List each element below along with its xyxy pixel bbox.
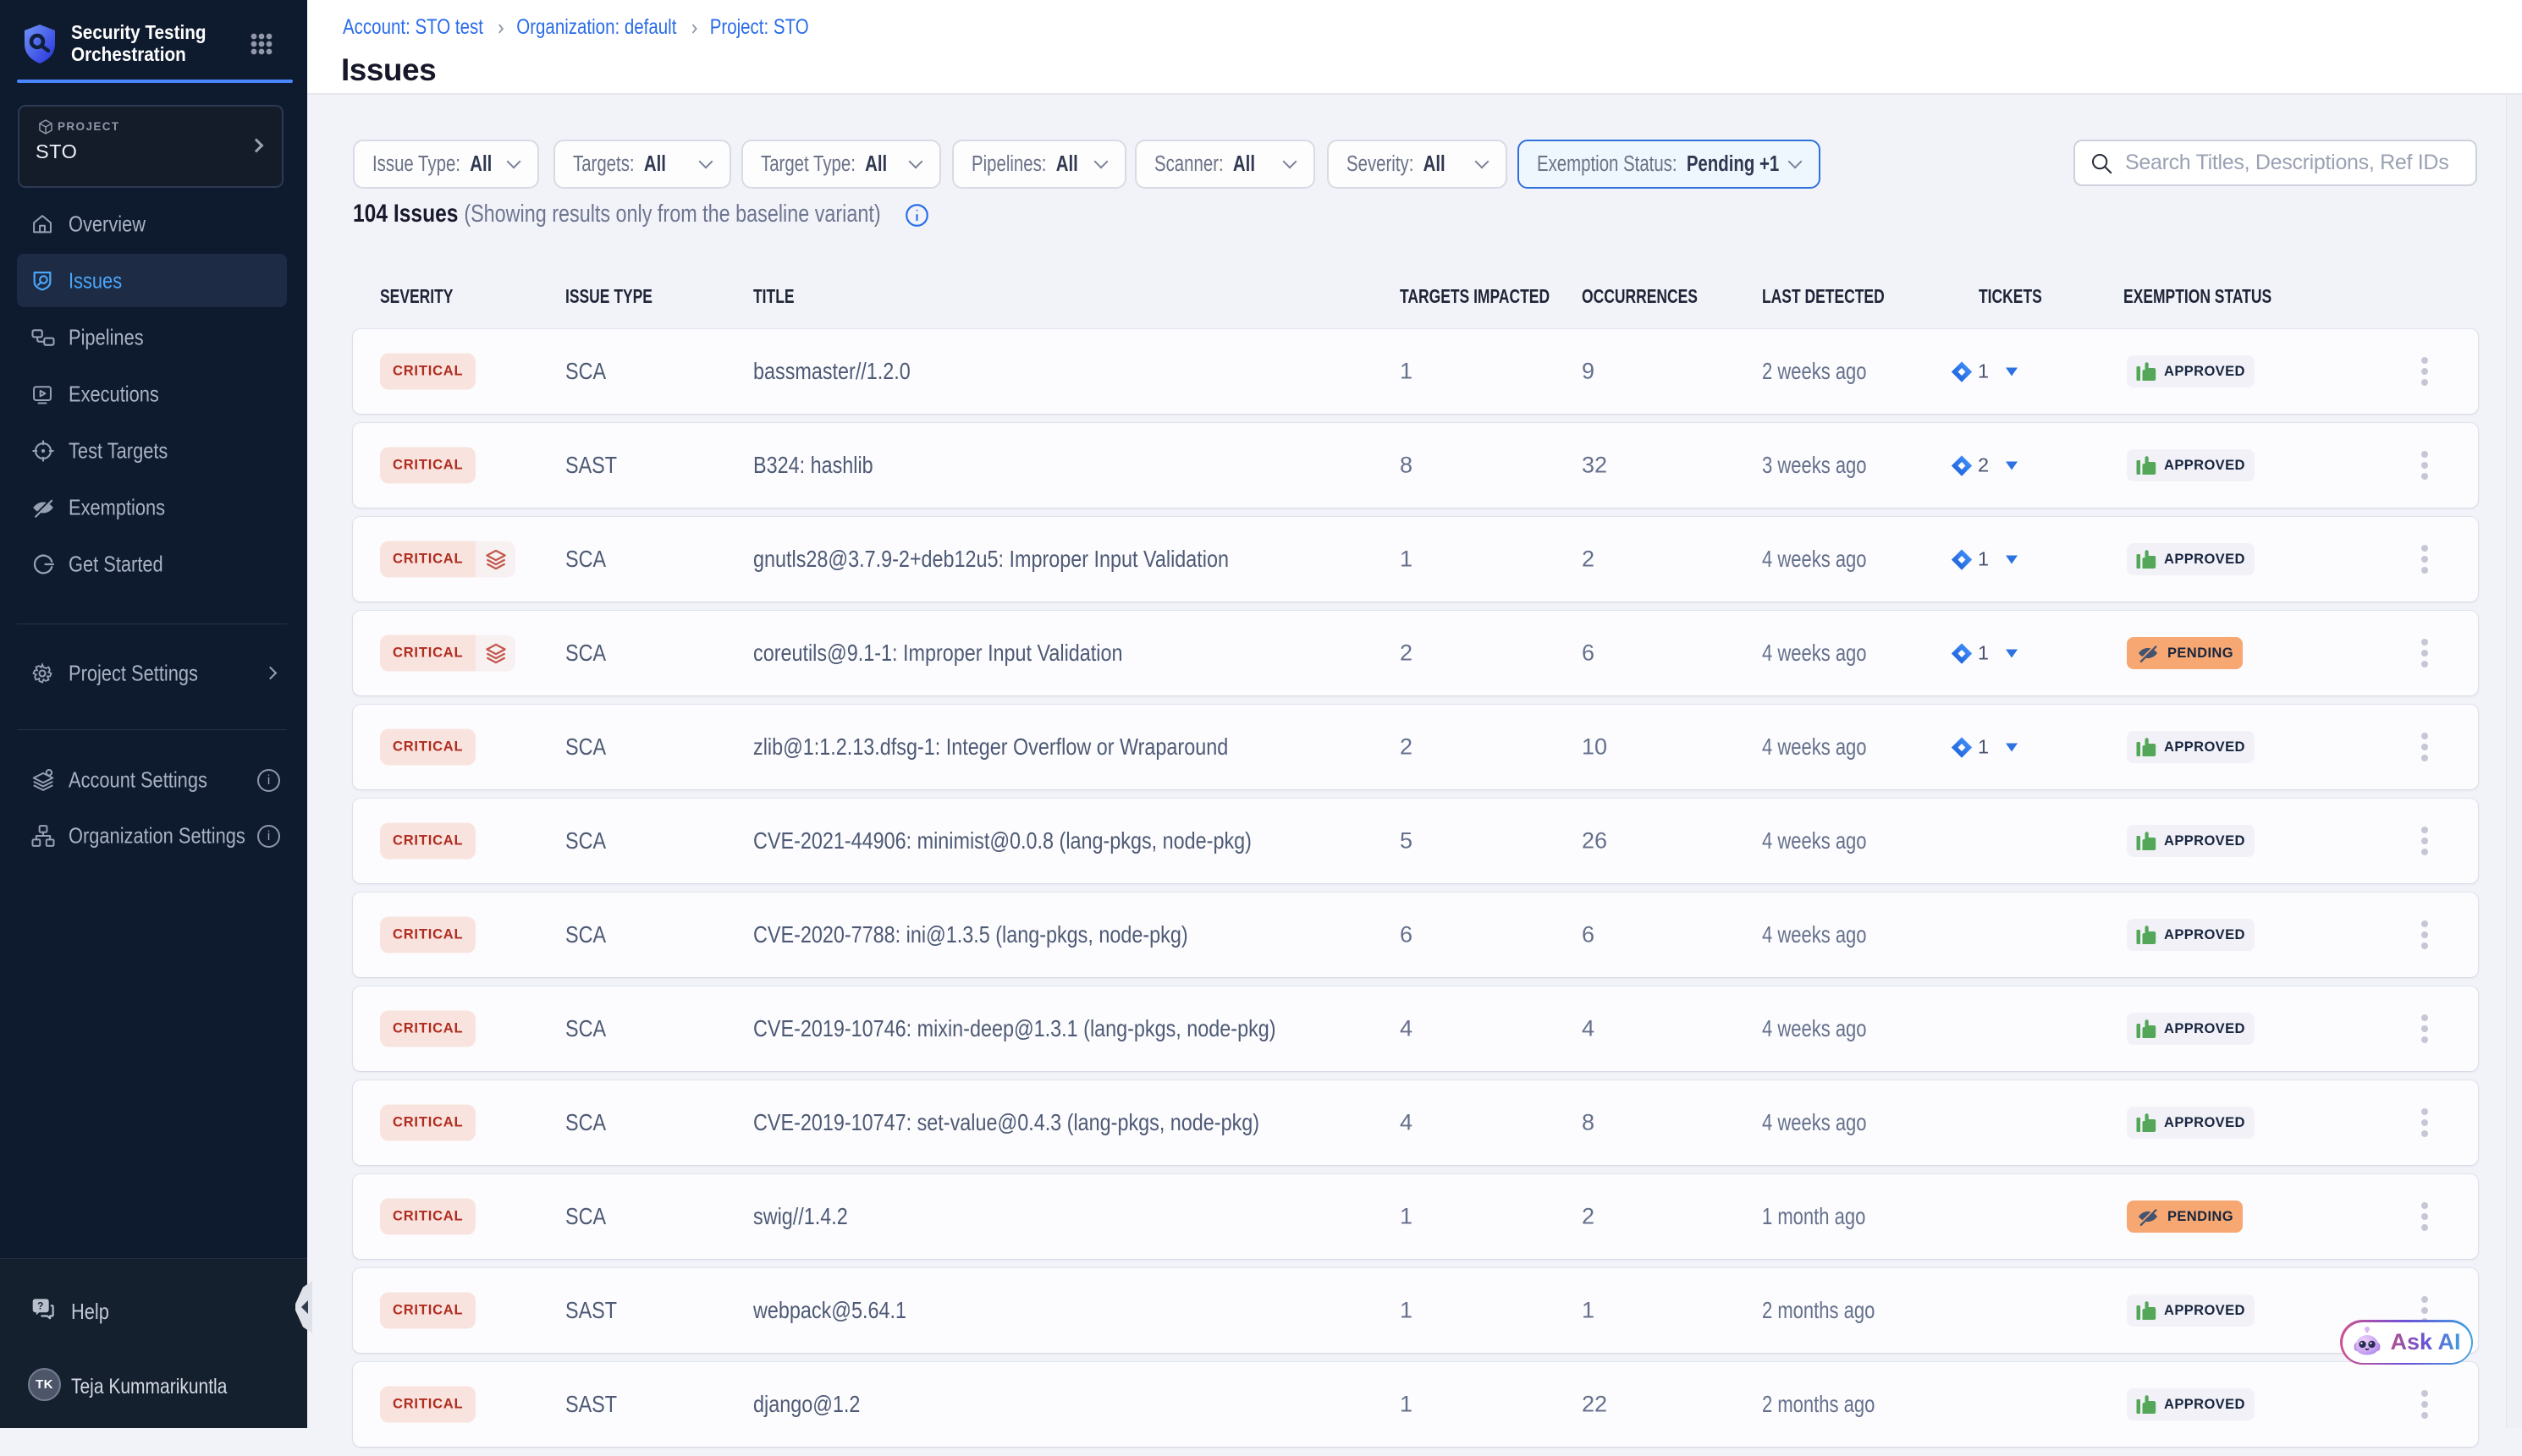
svg-text:?: ? — [37, 1300, 43, 1312]
